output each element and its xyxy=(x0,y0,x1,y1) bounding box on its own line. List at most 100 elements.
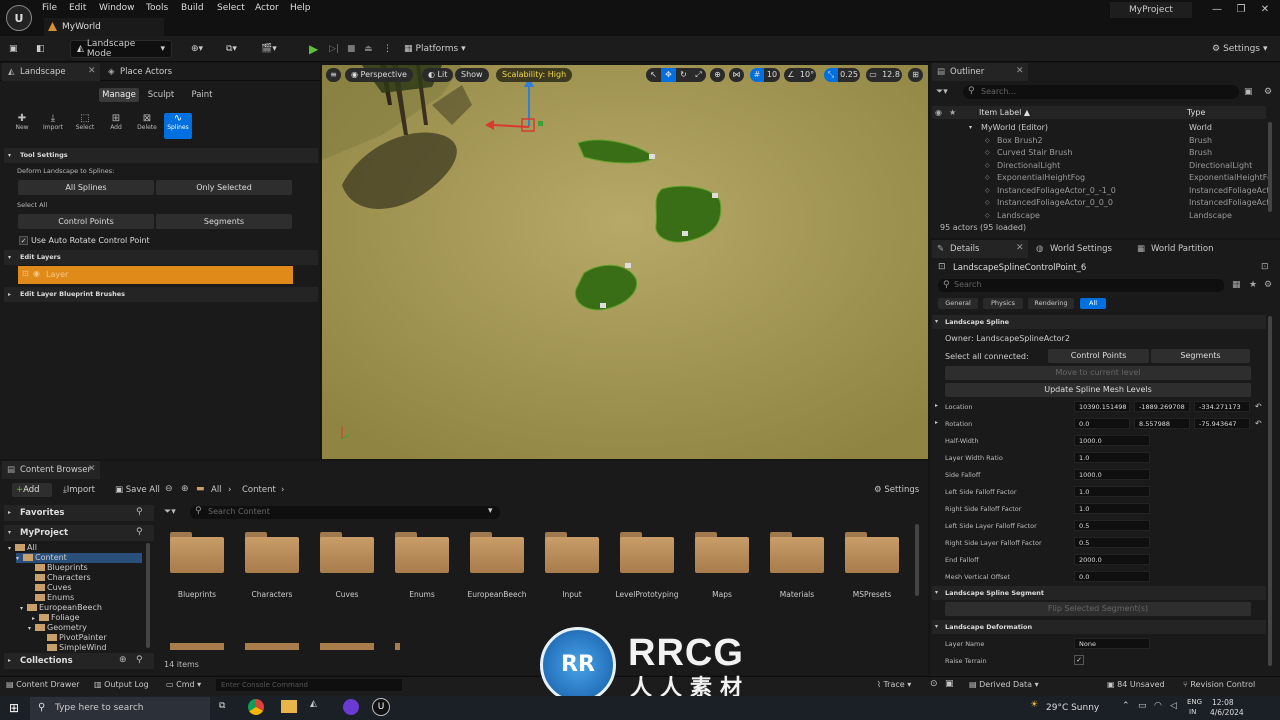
save-all-button[interactable]: ▣ Save All xyxy=(115,485,160,495)
language-code[interactable]: ENG xyxy=(1187,698,1202,706)
add-collection-icon[interactable]: ⊕ xyxy=(119,655,127,665)
folder-icon[interactable] xyxy=(770,532,824,574)
folder-icon[interactable] xyxy=(395,532,449,574)
menu-select[interactable]: Select xyxy=(217,3,245,13)
tool-select[interactable]: ⬚ Select xyxy=(73,113,97,139)
folder-icon[interactable] xyxy=(545,532,599,574)
layer-name-dropdown[interactable]: None xyxy=(1074,638,1150,649)
folder-icon[interactable] xyxy=(395,643,400,650)
property-value[interactable]: 0.5 xyxy=(1074,537,1150,548)
menu-actor[interactable]: Actor xyxy=(255,3,279,13)
subtab-paint[interactable]: Paint xyxy=(185,88,219,102)
app-icon[interactable]: ◭ xyxy=(310,699,317,709)
surface-snap-icon[interactable]: ⋈ xyxy=(729,68,744,82)
show-button[interactable]: Show xyxy=(455,68,489,82)
add-actor-icon[interactable]: ⊕▾ xyxy=(191,40,203,58)
edit-layer-blueprint-header[interactable]: Edit Layer Blueprint Brushes xyxy=(4,287,318,302)
screenshot-icon[interactable]: ▣ xyxy=(945,679,954,689)
folder-icon[interactable] xyxy=(620,532,674,574)
close-icon[interactable]: ✕ xyxy=(1254,2,1276,18)
flip-segment-button[interactable]: Flip Selected Segment(s) xyxy=(945,602,1251,616)
favorites-header[interactable]: Favorites xyxy=(4,505,154,521)
tool-add[interactable]: ⊞ Add xyxy=(104,113,128,139)
rotation-snap-value[interactable]: 10° xyxy=(798,68,816,82)
tree-folder[interactable]: Enums xyxy=(28,593,142,603)
tree-folder[interactable]: ▾ Content xyxy=(16,553,142,563)
play-icon[interactable]: ▶ xyxy=(309,40,318,58)
close-tab-icon[interactable]: ✕ xyxy=(1016,66,1024,76)
only-selected-button[interactable]: Only Selected xyxy=(156,180,292,195)
item-label-column[interactable]: Item Label ▲ xyxy=(979,106,1030,119)
tab-world-partition[interactable]: ▦ World Partition xyxy=(1133,240,1233,258)
tree-folder[interactable]: ▾ EuropeanBeech xyxy=(20,603,142,613)
chrome-icon[interactable] xyxy=(248,699,264,715)
rotate-icon[interactable]: ↻ xyxy=(676,68,691,82)
outliner-row[interactable]: ◇ Curved Stair Brush Brush xyxy=(932,147,1266,160)
platforms-button[interactable]: ▦ Platforms ▾ xyxy=(404,40,466,58)
content-drawer-button[interactable]: ▤ Content Drawer xyxy=(6,680,80,689)
tree-folder[interactable]: ▸ Foliage xyxy=(32,613,142,623)
filter-general[interactable]: General xyxy=(938,298,978,309)
windows-start-icon[interactable]: ⊞ xyxy=(9,701,19,715)
search-icon[interactable]: ⚲ xyxy=(136,507,143,517)
filter-icon[interactable]: ⏷▾ xyxy=(936,87,948,97)
property-value[interactable]: 1000.0 xyxy=(1074,435,1150,446)
tab-content-browser[interactable]: ▤ Content Browser xyxy=(2,461,100,479)
file-explorer-icon[interactable] xyxy=(281,700,297,713)
camera-speed-icon[interactable]: ▭ xyxy=(866,68,880,82)
landscape-deformation-section[interactable]: Landscape Deformation xyxy=(932,620,1266,634)
outliner-row[interactable]: ◇ ExponentialHeightFog ExponentialHeightFo xyxy=(932,172,1272,185)
output-log-button[interactable]: ▥ Output Log xyxy=(94,680,149,689)
control-points-button[interactable]: Control Points xyxy=(18,214,154,229)
add-button[interactable]: +Add xyxy=(12,483,52,497)
edit-layers-header[interactable]: Edit Layers xyxy=(4,250,318,265)
update-mesh-levels-button[interactable]: Update Spline Mesh Levels xyxy=(945,383,1251,397)
save-icon[interactable]: ▣ xyxy=(9,40,18,58)
trace-button[interactable]: ⌇ Trace ▾ xyxy=(877,680,911,689)
app-icon[interactable] xyxy=(343,699,359,715)
network-icon[interactable]: ▭ xyxy=(1138,701,1147,711)
tab-place-actors[interactable]: ◈ Place Actors xyxy=(102,63,222,81)
tree-scrollbar[interactable] xyxy=(146,543,150,648)
viewport-options-icon[interactable]: ≡ xyxy=(326,68,341,82)
location-y[interactable]: -1889.269708 xyxy=(1134,401,1190,412)
close-tab-icon[interactable]: ✕ xyxy=(88,66,96,76)
visibility-icon[interactable]: ◉ xyxy=(33,269,40,278)
move-to-level-button[interactable]: Move to current level xyxy=(945,366,1251,380)
filter-physics[interactable]: Physics xyxy=(983,298,1023,309)
tab-world-settings[interactable]: ◍ World Settings xyxy=(1032,240,1132,258)
history-forward-icon[interactable]: ⊕ xyxy=(181,484,189,494)
location-x[interactable]: 10390.151498 xyxy=(1074,401,1130,412)
lock-icon[interactable]: ⊡ xyxy=(1261,262,1269,272)
project-header[interactable]: MyProject xyxy=(4,525,154,541)
tool-new[interactable]: ✚ New xyxy=(10,113,34,139)
menu-file[interactable]: File xyxy=(42,3,57,13)
rotation-y[interactable]: 8.557988 xyxy=(1134,418,1190,429)
grid-snap-icon[interactable]: # xyxy=(750,68,764,82)
property-value[interactable]: 1000.0 xyxy=(1074,469,1150,480)
wifi-icon[interactable]: ◠ xyxy=(1154,701,1162,711)
tree-folder[interactable]: SimpleWind xyxy=(40,643,142,653)
browse-icon[interactable]: ◧ xyxy=(36,40,45,58)
property-value[interactable]: 1.0 xyxy=(1074,503,1150,514)
unreal-logo-icon[interactable]: U xyxy=(6,5,32,31)
outliner-search-input[interactable]: ⚲ Search... xyxy=(963,85,1239,99)
star-icon[interactable]: ★ xyxy=(949,106,956,119)
folder-icon[interactable] xyxy=(245,643,299,650)
reset-icon[interactable]: ↶ xyxy=(1255,419,1262,428)
collections-header[interactable]: Collections xyxy=(4,653,154,669)
filter-icon[interactable]: ⏷▾ xyxy=(164,507,176,517)
tree-folder[interactable]: PivotPainter xyxy=(40,633,142,643)
settings-icon[interactable]: ⚙ xyxy=(1264,87,1272,97)
tool-import[interactable]: ⤓ Import xyxy=(41,113,65,139)
history-back-icon[interactable]: ⊖ xyxy=(165,484,173,494)
folder-icon[interactable] xyxy=(245,532,299,574)
rotation-snap-icon[interactable]: ∠ xyxy=(784,68,798,82)
raise-terrain-checkbox[interactable]: ✓ xyxy=(1074,655,1084,665)
tray-up-icon[interactable]: ⌃ xyxy=(1122,701,1130,711)
grid-snap-value[interactable]: 10 xyxy=(764,68,780,82)
weather-text[interactable]: 29°C Sunny xyxy=(1046,703,1099,713)
step-icon[interactable]: ▷| xyxy=(329,40,339,58)
taskbar-search[interactable]: ⚲ Type here to search xyxy=(30,697,210,720)
tool-settings-header[interactable]: Tool Settings xyxy=(4,148,318,163)
